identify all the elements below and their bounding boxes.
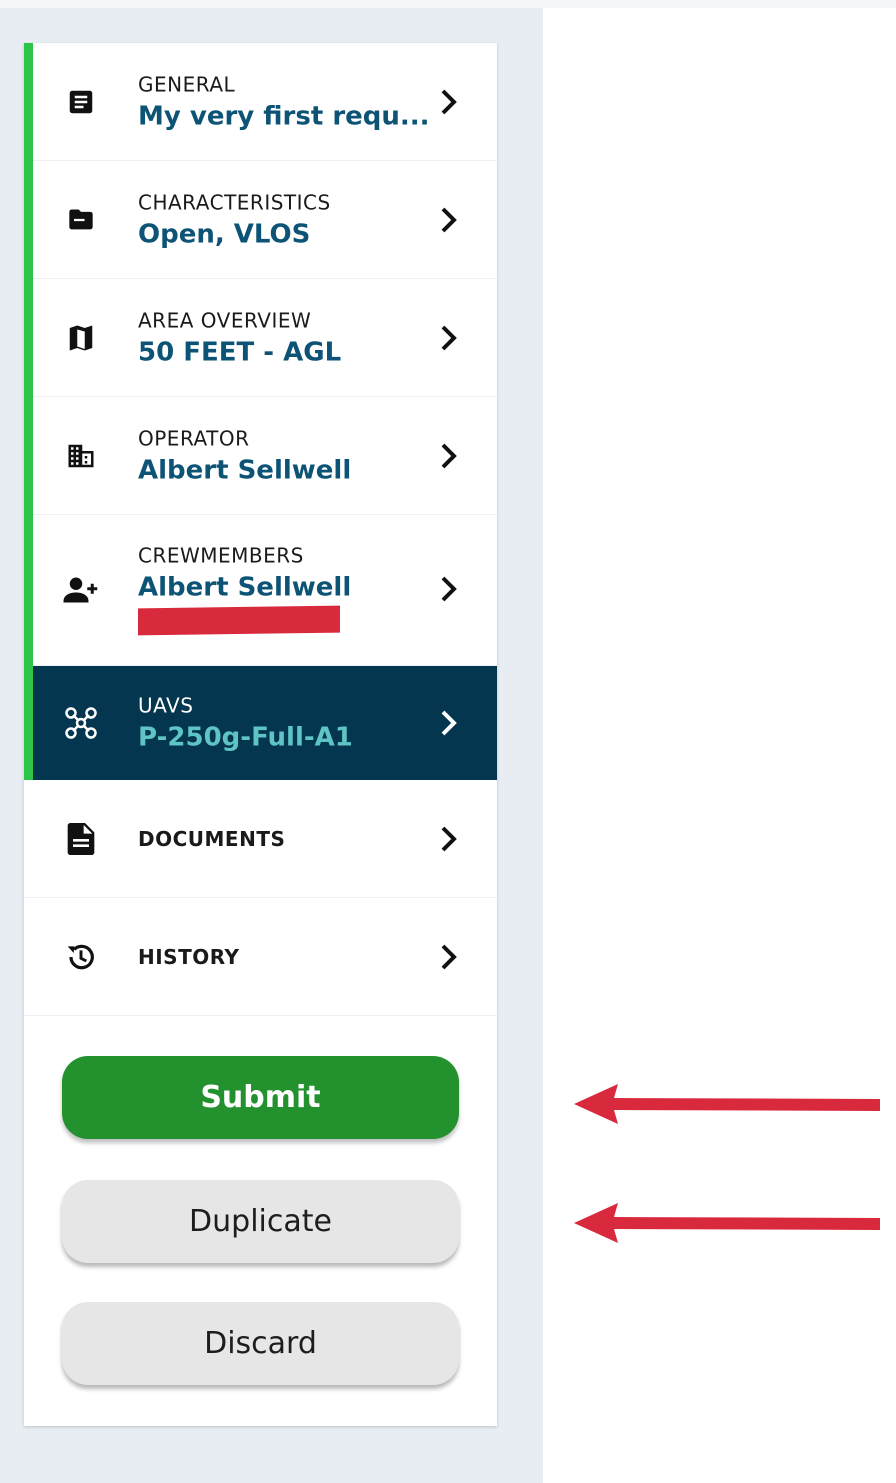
chevron-right-icon — [437, 942, 461, 972]
sidebar-item-uavs[interactable]: UAVS P-250g-Full-A1 — [33, 666, 497, 780]
document-icon — [63, 84, 99, 120]
sidebar-item-history[interactable]: HISTORY — [24, 898, 497, 1016]
chevron-right-icon — [437, 441, 461, 471]
drone-icon — [63, 705, 99, 741]
chevron-right-icon — [437, 87, 461, 117]
sidebar-item-value: Albert Sellwell — [138, 572, 352, 603]
sidebar-item-value: P-250g-Full-A1 — [138, 722, 353, 753]
completed-steps-indicator — [24, 43, 33, 780]
top-divider — [0, 0, 896, 8]
sidebar-item-label: CHARACTERISTICS — [138, 190, 331, 214]
add-person-icon — [63, 572, 99, 608]
annotation-arrow-submit — [574, 1084, 880, 1124]
page: GENERAL My very first requ... CHARACTERI… — [0, 0, 896, 1483]
sidebar-item-label: GENERAL — [138, 72, 236, 96]
discard-button[interactable]: Discard — [62, 1302, 459, 1385]
folder-icon — [63, 202, 99, 238]
sidebar-item-label: UAVS — [138, 693, 194, 718]
sidebar-item-label: CREWMEMBERS — [138, 543, 304, 568]
sidebar-item-value: 50 FEET - AGL — [138, 337, 342, 367]
sidebar-item-label: OPERATOR — [138, 426, 250, 450]
sidebar-item-value: Open, VLOS — [138, 219, 311, 249]
chevron-right-icon — [437, 708, 461, 738]
building-icon — [63, 438, 99, 474]
annotation-arrow-duplicate — [574, 1203, 880, 1243]
duplicate-button[interactable]: Duplicate — [62, 1180, 459, 1263]
sidebar-item-documents[interactable]: DOCUMENTS — [24, 780, 497, 898]
redaction-mark — [138, 605, 340, 636]
submit-button[interactable]: Submit — [62, 1056, 459, 1139]
sidebar-item-crewmembers[interactable]: CREWMEMBERS Albert Sellwell — [33, 515, 497, 666]
file-icon — [63, 821, 99, 857]
sidebar-item-label: DOCUMENTS — [138, 826, 286, 851]
chevron-right-icon — [437, 323, 461, 353]
chevron-right-icon — [437, 205, 461, 235]
sidebar-item-characteristics[interactable]: CHARACTERISTICS Open, VLOS — [33, 161, 497, 279]
sidebar-item-label: HISTORY — [138, 944, 240, 969]
map-icon — [63, 320, 99, 356]
sidebar-item-area-overview[interactable]: AREA OVERVIEW 50 FEET - AGL — [33, 279, 497, 397]
sidebar-item-general[interactable]: GENERAL My very first requ... — [33, 43, 497, 161]
history-icon — [63, 939, 99, 975]
sidebar-item-value: Albert Sellwell — [138, 455, 352, 485]
sidebar-item-operator[interactable]: OPERATOR Albert Sellwell — [33, 397, 497, 515]
sidebar-item-value: My very first requ... — [138, 101, 430, 131]
chevron-right-icon — [437, 824, 461, 854]
chevron-right-icon — [437, 574, 461, 604]
sidebar-item-label: AREA OVERVIEW — [138, 308, 312, 332]
